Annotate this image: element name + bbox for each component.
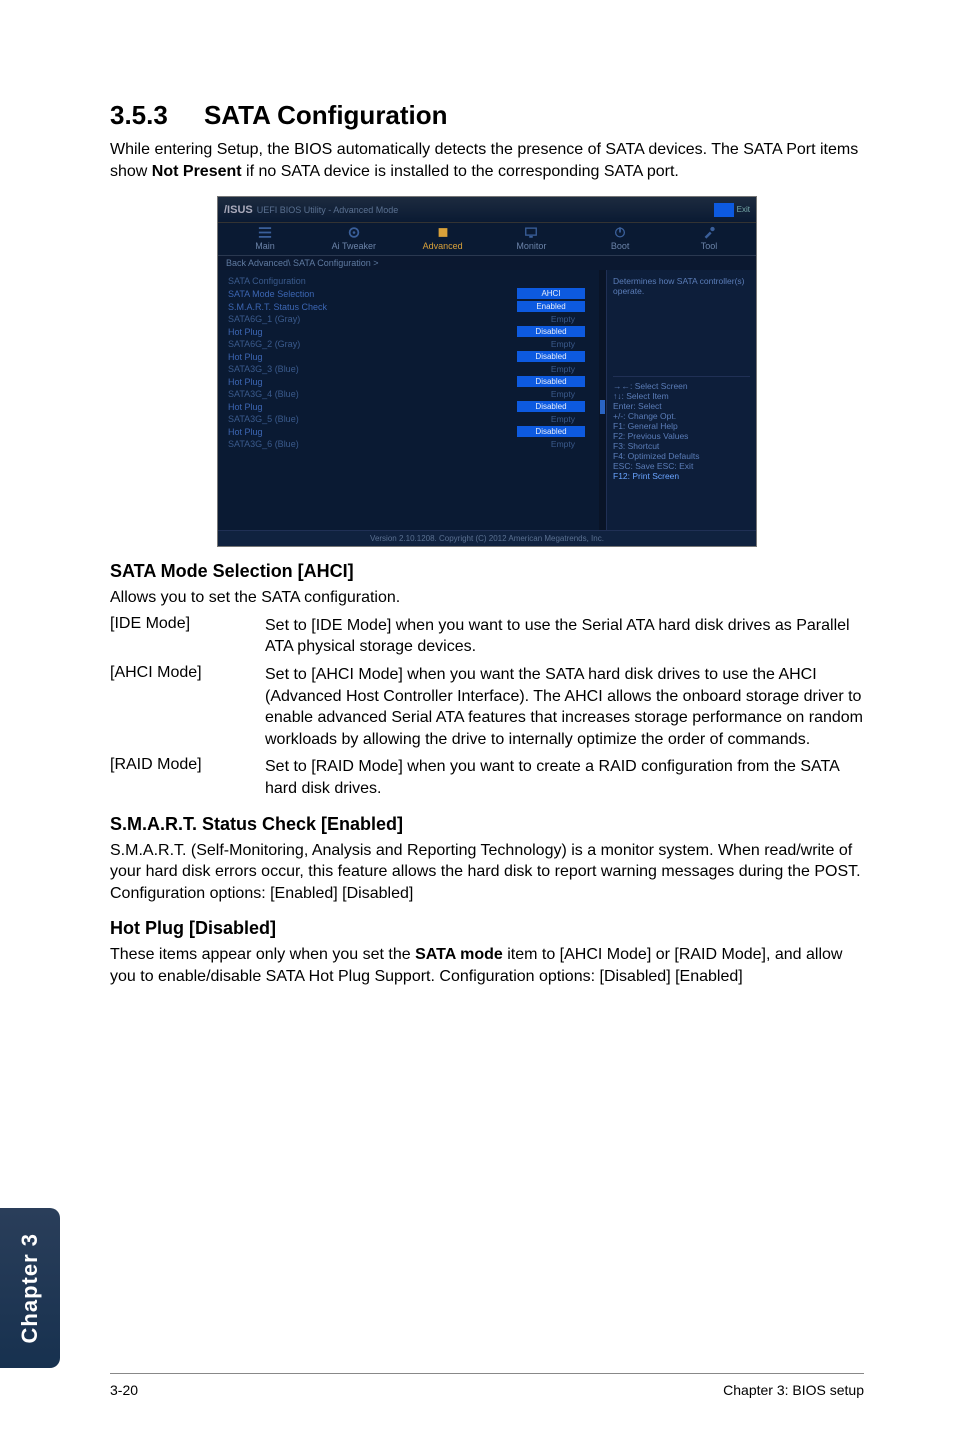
bios-nav-help: →←: Select Screen ↑↓: Select Item Enter:…: [613, 376, 750, 481]
intro-bold: Not Present: [152, 163, 242, 180]
gear-icon: [347, 225, 361, 239]
bios-help-pane: Determines how SATA controller(s) operat…: [606, 270, 756, 530]
monitor-icon: [524, 225, 538, 239]
option-key: [IDE Mode]: [110, 615, 265, 658]
help-line: ESC: Save ESC: Exit: [613, 461, 750, 471]
section-intro: While entering Setup, the BIOS automatic…: [110, 139, 864, 182]
bios-row-label: SATA3G_5 (Blue): [228, 414, 428, 424]
help-line: +/-: Change Opt.: [613, 411, 750, 421]
bios-help-text: Determines how SATA controller(s) operat…: [613, 276, 750, 376]
sata-mode-heading: SATA Mode Selection [AHCI]: [110, 561, 864, 582]
bios-value-text: Empty: [551, 364, 575, 374]
tools-icon: [702, 225, 716, 239]
bios-value-button[interactable]: Disabled: [517, 351, 585, 362]
smart-heading: S.M.A.R.T. Status Check [Enabled]: [110, 814, 864, 835]
bios-row-label[interactable]: Hot Plug: [228, 427, 428, 437]
bios-tab-advanced[interactable]: Advanced: [402, 225, 484, 251]
bios-value-text: Empty: [551, 439, 575, 449]
bios-tab-label: Monitor: [516, 241, 546, 251]
bios-header-suffix: UEFI BIOS Utility - Advanced Mode: [257, 205, 399, 215]
option-value: Set to [IDE Mode] when you want to use t…: [265, 615, 864, 658]
bios-value-button[interactable]: Disabled: [517, 401, 585, 412]
bios-value-text: Empty: [551, 414, 575, 424]
bios-tab-label: Tool: [701, 241, 718, 251]
bios-row-label[interactable]: Hot Plug: [228, 377, 428, 387]
bios-row-label[interactable]: Hot Plug: [228, 402, 428, 412]
help-line: F4: Optimized Defaults: [613, 451, 750, 461]
bios-tab-label: Ai Tweaker: [332, 241, 376, 251]
bios-content: SATA Configuration SATA Mode Selection AH…: [218, 270, 756, 530]
bios-row-label: SATA3G_6 (Blue): [228, 439, 428, 449]
help-line: F3: Shortcut: [613, 441, 750, 451]
option-row: [AHCI Mode] Set to [AHCI Mode] when you …: [110, 664, 864, 750]
help-line: F2: Previous Values: [613, 431, 750, 441]
bios-value-button[interactable]: AHCI: [517, 288, 585, 299]
bios-row-label: SATA6G_1 (Gray): [228, 314, 428, 324]
bios-tab-label: Advanced: [423, 241, 463, 251]
section-title: SATA Configuration: [204, 100, 448, 130]
hotplug-pre: These items appear only when you set the: [110, 946, 415, 963]
chapter-side-tab: Chapter 3: [0, 1208, 60, 1368]
bios-tab-label: Main: [255, 241, 275, 251]
bios-value-button[interactable]: Disabled: [517, 326, 585, 337]
bios-row-label[interactable]: Hot Plug: [228, 352, 428, 362]
bios-row-label: SATA Configuration: [228, 276, 428, 286]
bios-left-pane: SATA Configuration SATA Mode Selection AH…: [218, 270, 599, 530]
help-line: F12: Print Screen: [613, 471, 750, 481]
help-line: →←: Select Screen: [613, 381, 750, 391]
bios-breadcrumb: Back Advanced\ SATA Configuration >: [218, 256, 756, 270]
bios-titlebar: /ISUS UEFI BIOS Utility - Advanced Mode …: [218, 197, 756, 223]
bios-scrollbar[interactable]: [599, 270, 606, 530]
bios-value-button[interactable]: Enabled: [517, 301, 585, 312]
page-footer: 3-20 Chapter 3: BIOS setup: [110, 1373, 864, 1398]
bios-exit-label: Exit: [737, 205, 750, 214]
hotplug-body: These items appear only when you set the…: [110, 944, 864, 987]
bios-tab-tweaker[interactable]: Ai Tweaker: [313, 225, 395, 251]
bios-footer: Version 2.10.1208. Copyright (C) 2012 Am…: [218, 530, 756, 546]
bios-value-button[interactable]: Disabled: [517, 376, 585, 387]
bios-value-text: Empty: [551, 314, 575, 324]
sata-mode-intro: Allows you to set the SATA configuration…: [110, 587, 864, 609]
bios-tab-tool[interactable]: Tool: [668, 225, 750, 251]
bios-row-label: SATA3G_4 (Blue): [228, 389, 428, 399]
chip-icon: [436, 225, 450, 239]
bios-row-label[interactable]: SATA Mode Selection: [228, 289, 428, 299]
option-key: [RAID Mode]: [110, 756, 265, 799]
help-line: ↑↓: Select Item: [613, 391, 750, 401]
chapter-side-label: Chapter 3: [17, 1233, 43, 1343]
footer-chapter: Chapter 3: BIOS setup: [723, 1382, 864, 1398]
page-number: 3-20: [110, 1382, 138, 1398]
help-line: Enter: Select: [613, 401, 750, 411]
section-number: 3.5.3: [110, 100, 168, 130]
bios-row-label[interactable]: S.M.A.R.T. Status Check: [228, 302, 428, 312]
bios-exit-button[interactable]: [714, 203, 734, 217]
hotplug-bold: SATA mode: [415, 946, 503, 963]
bios-tab-label: Boot: [611, 241, 630, 251]
list-icon: [258, 225, 272, 239]
bios-tab-main[interactable]: Main: [224, 225, 306, 251]
section-heading: 3.5.3 SATA Configuration: [110, 100, 864, 131]
option-row: [IDE Mode] Set to [IDE Mode] when you wa…: [110, 615, 864, 658]
bios-row-label[interactable]: Hot Plug: [228, 327, 428, 337]
bios-tab-boot[interactable]: Boot: [579, 225, 661, 251]
bios-row-label: SATA6G_2 (Gray): [228, 339, 428, 349]
option-value: Set to [RAID Mode] when you want to crea…: [265, 756, 864, 799]
bios-tab-monitor[interactable]: Monitor: [490, 225, 572, 251]
hotplug-heading: Hot Plug [Disabled]: [110, 918, 864, 939]
bios-tabs: Main Ai Tweaker Advanced Monitor Boot To…: [218, 223, 756, 256]
bios-value-text: Empty: [551, 389, 575, 399]
bios-logo: /ISUS: [224, 204, 253, 216]
smart-body: S.M.A.R.T. (Self-Monitoring, Analysis an…: [110, 840, 864, 905]
option-key: [AHCI Mode]: [110, 664, 265, 750]
bios-value-button[interactable]: Disabled: [517, 426, 585, 437]
power-icon: [613, 225, 627, 239]
option-value: Set to [AHCI Mode] when you want the SAT…: [265, 664, 864, 750]
help-line: F1: General Help: [613, 421, 750, 431]
option-row: [RAID Mode] Set to [RAID Mode] when you …: [110, 756, 864, 799]
bios-row-label: SATA3G_3 (Blue): [228, 364, 428, 374]
bios-value-text: Empty: [551, 339, 575, 349]
bios-screenshot: /ISUS UEFI BIOS Utility - Advanced Mode …: [217, 196, 757, 547]
